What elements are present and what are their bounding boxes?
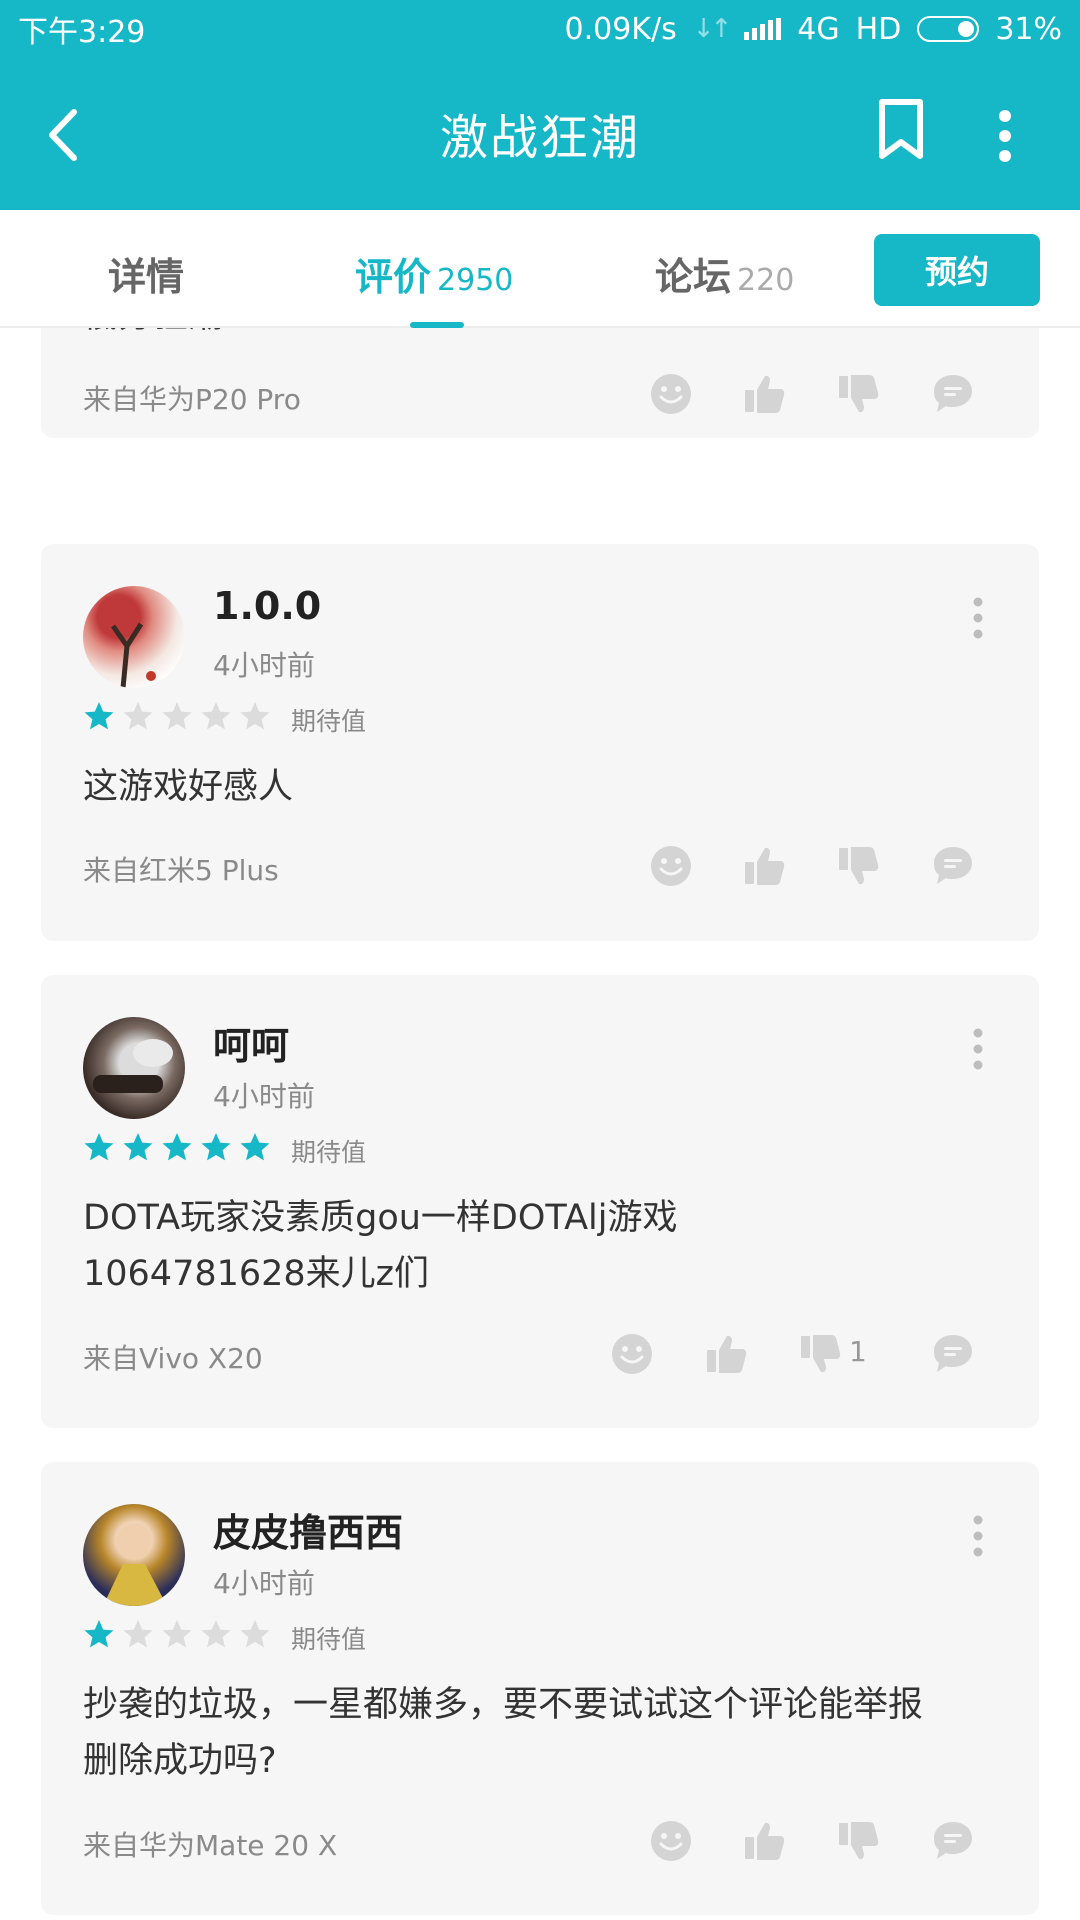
- comment-icon[interactable]: [931, 1819, 975, 1863]
- star-filled-icon: [161, 1131, 193, 1163]
- review-content: 低分狂潮: [83, 328, 999, 344]
- thumbs-up-icon[interactable]: [743, 372, 787, 416]
- thumbs-up-icon[interactable]: [705, 1332, 749, 1376]
- tab-details-label: 详情: [108, 255, 185, 299]
- star-empty-icon: [239, 1618, 271, 1650]
- rating-label: 期待值: [291, 707, 367, 736]
- review-card: 低分狂潮 来自华为P20 Pro: [41, 328, 1039, 438]
- review-more-icon[interactable]: [971, 596, 985, 640]
- review-username[interactable]: 1.0.0: [213, 584, 321, 628]
- star-empty-icon: [239, 700, 271, 732]
- avatar[interactable]: [83, 586, 185, 688]
- smile-icon[interactable]: [610, 1332, 654, 1376]
- tab-bar: 详情 评价 2950 论坛 220 预约: [0, 210, 1080, 328]
- tab-forum-count: 220: [737, 263, 795, 298]
- review-card: 呵呵 4小时前 期待值 DOTA玩家没素质gou一样DOTAlj游戏 10647…: [41, 975, 1039, 1428]
- star-filled-icon: [122, 1131, 154, 1163]
- review-device: 来自Vivo X20: [83, 1342, 263, 1375]
- review-content: DOTA玩家没素质gou一样DOTAlj游戏 1064781628来儿z们: [83, 1190, 999, 1302]
- tab-reviews-label: 评价: [355, 255, 432, 299]
- star-rating: [83, 1618, 271, 1650]
- network-type: 4G: [797, 11, 840, 47]
- review-device: 来自华为Mate 20 X: [83, 1829, 338, 1862]
- smile-icon[interactable]: [649, 372, 693, 416]
- star-empty-icon: [161, 1618, 193, 1650]
- avatar[interactable]: [83, 1017, 185, 1119]
- star-empty-icon: [122, 700, 154, 732]
- review-username[interactable]: 皮皮撸西西: [213, 1502, 403, 1557]
- review-username[interactable]: 呵呵: [213, 1015, 289, 1070]
- star-empty-icon: [200, 700, 232, 732]
- review-card: 皮皮撸西西 4小时前 期待值 抄袭的垃圾，一星都嫌多，要不要试试这个评论能举报 …: [41, 1462, 1039, 1915]
- tab-reviews[interactable]: 评价 2950: [355, 246, 513, 301]
- comment-icon[interactable]: [931, 1332, 975, 1376]
- signal-strength-icon: [744, 18, 782, 40]
- star-filled-icon: [83, 700, 115, 732]
- review-device: 来自红米5 Plus: [83, 854, 279, 887]
- review-content-line: 1064781628来儿z们: [83, 1254, 430, 1294]
- review-time: 4小时前: [213, 649, 315, 682]
- thumbs-up-icon[interactable]: [743, 844, 787, 888]
- rating-label: 期待值: [291, 1625, 367, 1654]
- thumbs-up-icon[interactable]: [743, 1819, 787, 1863]
- app-bar: 激战狂潮: [0, 58, 1080, 210]
- data-transfer-icon: ↓↑: [692, 14, 733, 44]
- tab-reviews-count: 2950: [437, 263, 514, 298]
- comment-icon[interactable]: [931, 372, 975, 416]
- review-content-line: 删除成功吗?: [83, 1741, 277, 1781]
- review-content: 抄袭的垃圾，一星都嫌多，要不要试试这个评论能举报 删除成功吗?: [83, 1677, 999, 1789]
- comment-icon[interactable]: [931, 844, 975, 888]
- smile-icon[interactable]: [649, 844, 693, 888]
- bookmark-icon[interactable]: [876, 98, 926, 160]
- review-device: 来自华为P20 Pro: [83, 383, 301, 416]
- star-empty-icon: [200, 1618, 232, 1650]
- thumbs-down-icon[interactable]: [837, 1819, 881, 1863]
- review-more-icon[interactable]: [971, 1514, 985, 1558]
- star-rating: [83, 700, 271, 732]
- reserve-button[interactable]: 预约: [874, 234, 1040, 306]
- avatar[interactable]: [83, 1504, 185, 1606]
- star-rating: [83, 1131, 271, 1163]
- tab-details[interactable]: 详情: [108, 246, 184, 301]
- smile-icon[interactable]: [649, 1819, 693, 1863]
- star-filled-icon: [83, 1131, 115, 1163]
- review-more-icon[interactable]: [971, 1027, 985, 1071]
- status-right-group: 0.09K/s ↓↑ 4G HD 31%: [565, 12, 1063, 47]
- star-empty-icon: [122, 1618, 154, 1650]
- review-card: 1.0.0 4小时前 期待值 这游戏好感人 来自红米5 Plus: [41, 544, 1039, 941]
- dislike-count: 1: [849, 1335, 867, 1368]
- review-content: 这游戏好感人: [83, 767, 294, 807]
- star-filled-icon: [239, 1131, 271, 1163]
- star-empty-icon: [161, 700, 193, 732]
- review-time: 4小时前: [213, 1567, 315, 1600]
- review-time: 4小时前: [213, 1080, 315, 1113]
- battery-icon: [917, 16, 980, 42]
- review-content-line: 抄袭的垃圾，一星都嫌多，要不要试试这个评论能举报: [83, 1685, 924, 1725]
- hd-indicator: HD: [855, 11, 902, 47]
- rating-label: 期待值: [291, 1138, 367, 1167]
- tab-forum-label: 论坛: [655, 255, 732, 299]
- review-content-line: DOTA玩家没素质gou一样DOTAlj游戏: [83, 1198, 678, 1238]
- thumbs-down-icon[interactable]: [799, 1332, 843, 1376]
- network-speed: 0.09K/s: [564, 11, 677, 47]
- tab-forum[interactable]: 论坛 220: [655, 246, 794, 301]
- battery-percent: 31%: [995, 11, 1062, 47]
- status-time: 下午3:29: [18, 15, 146, 50]
- more-vertical-icon[interactable]: [990, 106, 1020, 166]
- thumbs-down-icon[interactable]: [837, 372, 881, 416]
- star-filled-icon: [200, 1131, 232, 1163]
- status-bar: 下午3:29 0.09K/s ↓↑ 4G HD 31%: [0, 0, 1080, 58]
- star-filled-icon: [83, 1618, 115, 1650]
- review-feed[interactable]: 低分狂潮 来自华为P20 Pro 1.0.0 4小时前 期待值 这游戏好感人 来…: [0, 328, 1080, 1920]
- thumbs-down-icon[interactable]: [837, 844, 881, 888]
